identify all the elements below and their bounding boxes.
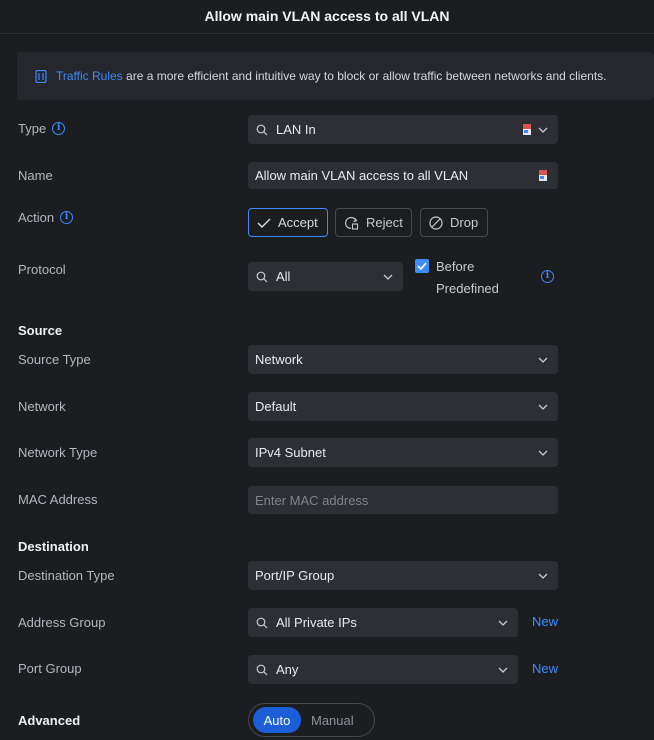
mac-address-label: MAC Address xyxy=(18,492,98,507)
network-type-value: IPv4 Subnet xyxy=(255,445,326,460)
mac-address-input[interactable]: Enter MAC address xyxy=(248,486,558,514)
address-group-value: All Private IPs xyxy=(276,615,357,630)
port-group-value: Any xyxy=(276,662,299,677)
source-type-select[interactable]: Network xyxy=(248,345,558,374)
protocol-value: All xyxy=(276,269,291,284)
advanced-manual-option[interactable]: Manual xyxy=(301,707,364,733)
type-label-text: Type xyxy=(18,121,47,136)
drop-label: Drop xyxy=(450,215,479,230)
info-banner: Traffic Rules are a more efficient and i… xyxy=(17,52,654,100)
page-title: Allow main VLAN access to all VLAN xyxy=(0,0,654,34)
new-port-group-link[interactable]: New xyxy=(532,661,558,676)
reject-label: Reject xyxy=(366,215,403,230)
chevron-down-icon xyxy=(498,667,508,673)
address-group-label: Address Group xyxy=(18,615,106,630)
chevron-down-icon xyxy=(538,357,548,363)
checkbox-checked-icon xyxy=(417,262,427,270)
name-label: Name xyxy=(18,168,53,183)
traffic-rules-link[interactable]: Traffic Rules xyxy=(56,69,123,83)
traffic-rules-icon xyxy=(35,69,47,83)
new-address-group-link[interactable]: New xyxy=(532,614,558,629)
network-type-select[interactable]: IPv4 Subnet xyxy=(248,438,558,467)
chevron-down-icon xyxy=(498,620,508,626)
chevron-down-icon xyxy=(383,274,393,280)
network-select[interactable]: Default xyxy=(248,392,558,421)
banner-text: are a more efficient and intuitive way t… xyxy=(122,69,607,83)
info-icon[interactable]: i xyxy=(541,270,554,283)
search-icon xyxy=(256,271,268,282)
address-group-select[interactable]: All Private IPs xyxy=(248,608,518,637)
before-predefined-line1: Before xyxy=(436,259,475,274)
network-label: Network xyxy=(18,399,66,414)
accept-button[interactable]: Accept xyxy=(248,208,328,237)
protocol-select[interactable]: All xyxy=(248,262,403,291)
accept-label: Accept xyxy=(278,215,318,230)
source-heading: Source xyxy=(18,323,63,338)
network-value: Default xyxy=(255,399,297,414)
name-input[interactable]: Allow main VLAN access to all VLAN xyxy=(248,162,558,189)
checkmark-icon xyxy=(257,218,271,228)
info-icon[interactable]: i xyxy=(52,122,66,135)
flag-icon xyxy=(523,123,531,135)
chevron-down-icon xyxy=(538,573,548,579)
destination-heading: Destination xyxy=(18,539,89,554)
flag-icon xyxy=(539,169,547,181)
chevron-down-icon xyxy=(538,127,548,133)
action-label: Action i xyxy=(18,210,74,225)
action-label-text: Action xyxy=(18,210,55,225)
reject-button[interactable]: Reject xyxy=(335,208,412,237)
port-group-label: Port Group xyxy=(18,661,82,676)
advanced-mode-toggle: Auto Manual xyxy=(248,703,375,737)
before-predefined-label: Before Predefined xyxy=(436,256,499,300)
advanced-heading: Advanced xyxy=(18,713,81,728)
block-icon xyxy=(429,215,443,230)
mac-address-placeholder: Enter MAC address xyxy=(255,492,369,508)
destination-type-select[interactable]: Port/IP Group xyxy=(248,561,558,590)
before-predefined-checkbox[interactable] xyxy=(415,259,429,273)
drop-button[interactable]: Drop xyxy=(420,208,488,237)
type-select[interactable]: LAN In xyxy=(248,115,558,144)
search-icon xyxy=(256,124,268,135)
type-value: LAN In xyxy=(276,122,316,137)
before-predefined-line2: Predefined xyxy=(436,281,499,296)
chevron-down-icon xyxy=(538,450,548,456)
source-type-value: Network xyxy=(255,352,303,367)
destination-type-value: Port/IP Group xyxy=(255,568,335,583)
destination-type-label: Destination Type xyxy=(18,568,115,583)
network-type-label: Network Type xyxy=(18,445,98,460)
port-group-select[interactable]: Any xyxy=(248,655,518,684)
search-icon xyxy=(256,617,268,628)
type-label: Type i xyxy=(18,121,66,136)
name-value: Allow main VLAN access to all VLAN xyxy=(255,168,469,183)
protocol-label: Protocol xyxy=(18,262,66,277)
chevron-down-icon xyxy=(538,404,548,410)
info-icon[interactable]: i xyxy=(60,211,74,224)
reject-icon xyxy=(345,216,359,230)
source-type-label: Source Type xyxy=(18,352,91,367)
advanced-auto-option[interactable]: Auto xyxy=(253,707,301,733)
search-icon xyxy=(256,664,268,675)
